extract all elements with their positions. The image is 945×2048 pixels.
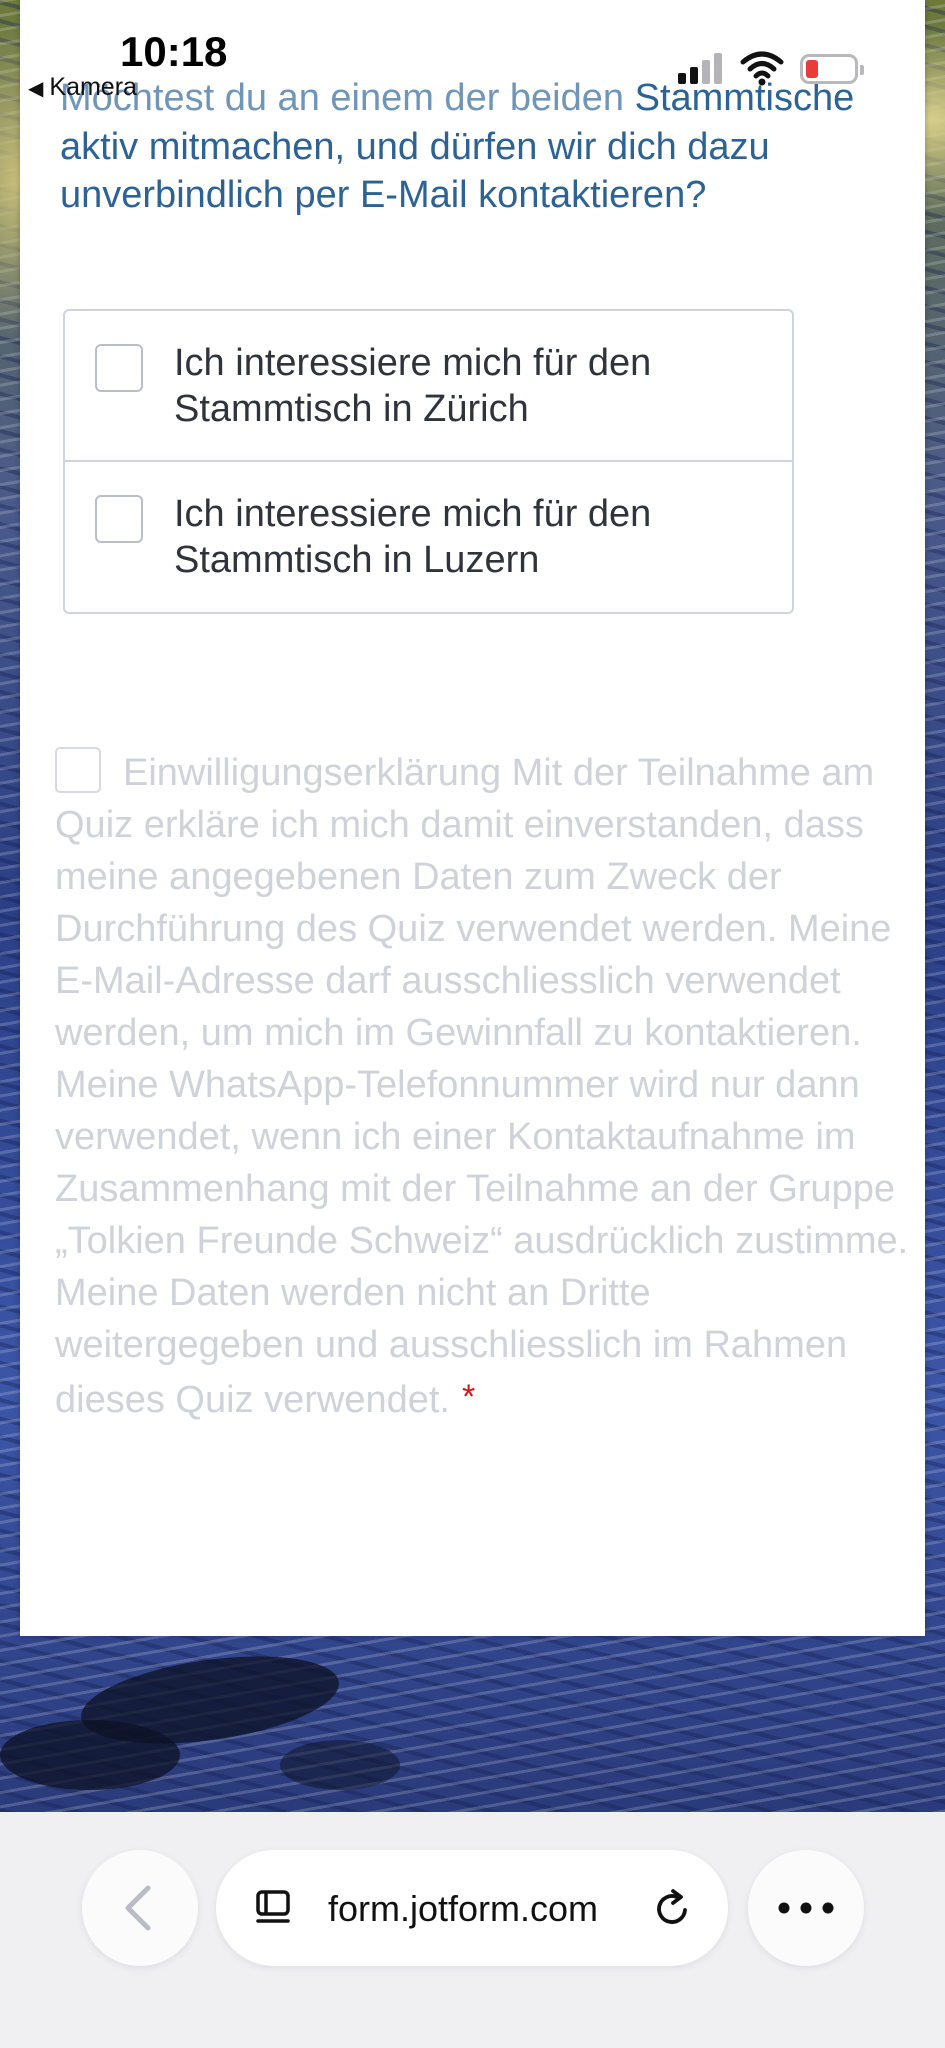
chevron-left-icon <box>125 1885 151 1931</box>
option-label-luzern: Ich interessiere mich für den Stammtisch… <box>174 493 652 581</box>
option-label-zurich: Ich interessiere mich für den Stammtisch… <box>174 342 652 430</box>
back-app-label: Kamera <box>49 73 137 101</box>
url-text: form.jotform.com <box>328 1888 599 1929</box>
more-options-button[interactable] <box>748 1850 864 1966</box>
checkbox-luzern[interactable] <box>95 495 143 543</box>
question-title-faded: Möchtest du an einem der beiden <box>60 77 625 119</box>
more-icon <box>778 1902 834 1914</box>
required-mark: * <box>461 1378 476 1416</box>
checkbox-group: Ich interessiere mich für den Stammtisch… <box>63 309 794 614</box>
consent-text: Einwilligungserklärung Mit der Teilnahme… <box>55 752 909 1421</box>
back-to-app-link[interactable]: ◀ Kamera <box>28 73 137 102</box>
question-title: Möchtest du an einem der beiden Stammtis… <box>60 74 880 220</box>
option-zurich[interactable]: Ich interessiere mich für den Stammtisch… <box>65 311 792 462</box>
page-menu-icon[interactable] <box>254 1888 294 1928</box>
browser-back-button[interactable] <box>82 1850 198 1966</box>
form-card: Möchtest du an einem der beiden Stammtis… <box>20 0 925 1636</box>
back-triangle-icon: ◀ <box>28 78 44 100</box>
option-luzern[interactable]: Ich interessiere mich für den Stammtisch… <box>65 462 792 612</box>
checkbox-zurich[interactable] <box>95 344 143 392</box>
address-bar[interactable]: form.jotform.com <box>216 1850 728 1966</box>
consent-field: Einwilligungserklärung Mit der Teilnahme… <box>55 747 910 1426</box>
reload-icon[interactable] <box>652 1886 694 1930</box>
consent-checkbox[interactable] <box>55 747 101 793</box>
browser-toolbar: form.jotform.com <box>0 1812 945 2048</box>
